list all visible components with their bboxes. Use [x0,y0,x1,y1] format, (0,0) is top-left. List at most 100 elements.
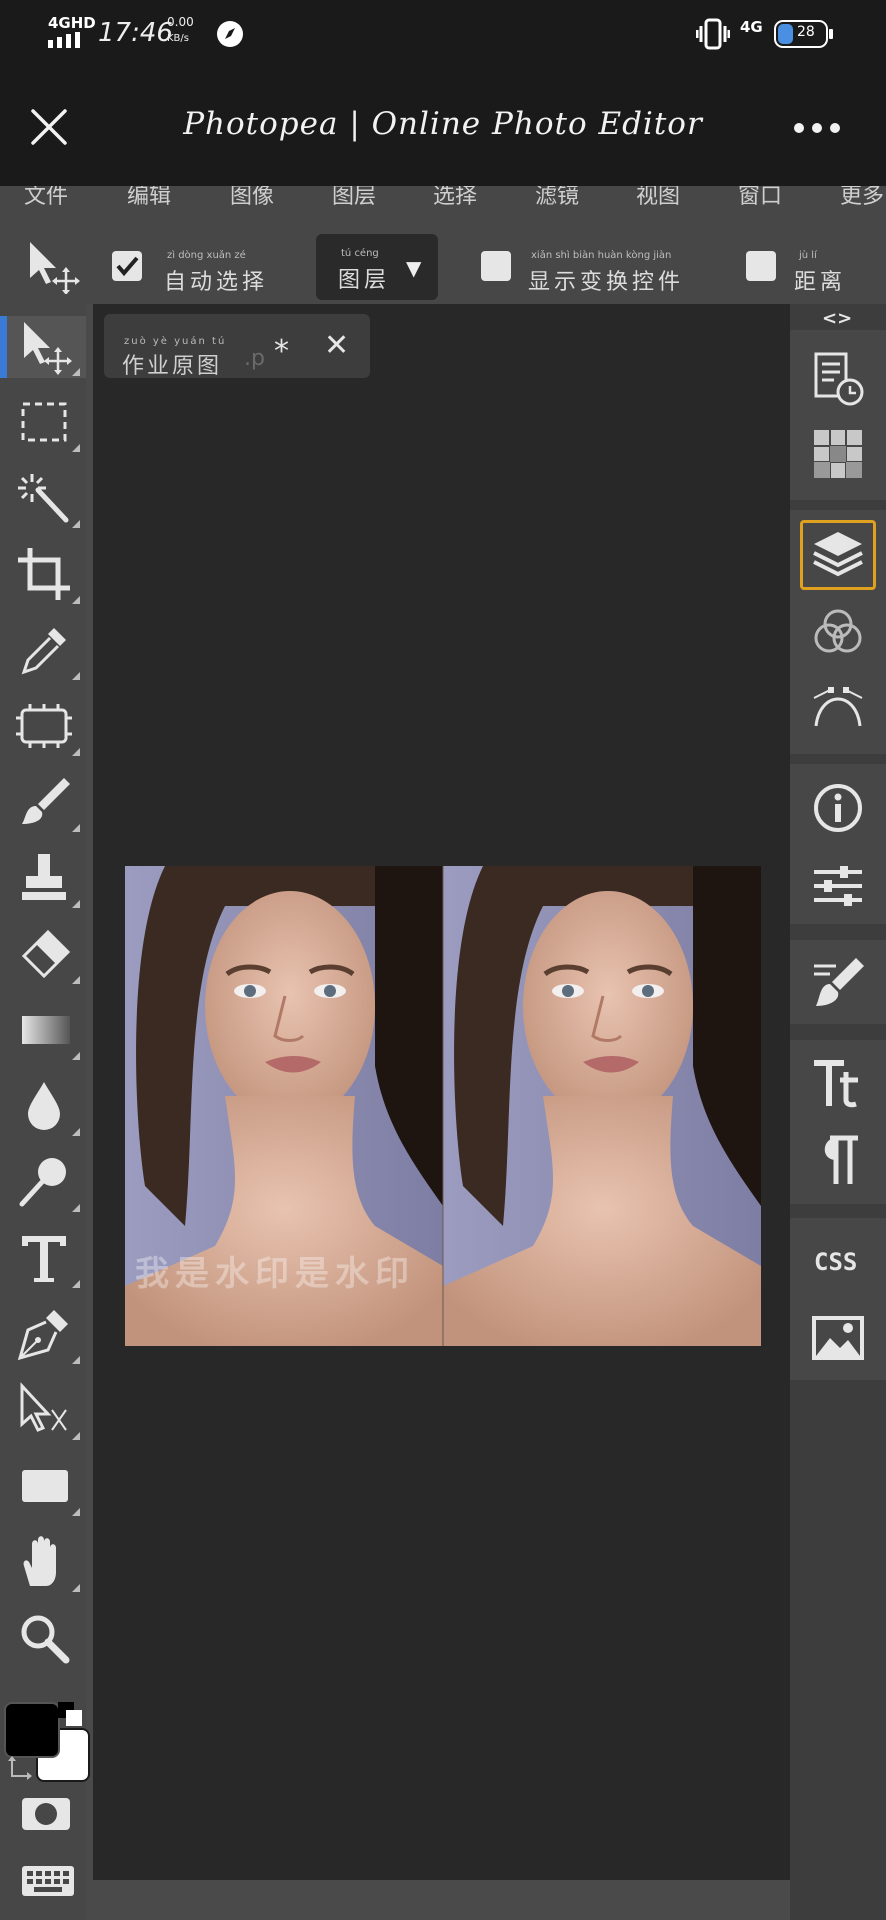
show-transform-pinyin: xiǎn shì biàn huàn kòng jiàn [531,250,672,261]
dodge-icon [19,1158,66,1207]
layers-icon[interactable] [810,526,866,582]
magic-wand-icon [18,474,69,523]
crop-tool-button[interactable] [14,544,80,606]
shape-tool-button[interactable] [14,1456,80,1518]
network-right-label: 4G [740,18,763,36]
character-icon[interactable] [810,1054,866,1110]
menu-item-window[interactable]: 窗口 [738,186,782,210]
eyedropper-tool-button[interactable] [14,620,80,682]
status-bar: 4GHD 17:46 0.00 KB/s 4G 28 [0,0,886,68]
paths-icon[interactable] [810,680,866,736]
panel-group-info [790,764,886,924]
dodge-tool-button[interactable] [14,1152,80,1214]
brush-settings-icon[interactable] [810,954,866,1010]
menu-item-edit[interactable]: 编辑 [127,186,171,210]
image-icon[interactable] [810,1310,866,1366]
show-transform-checkbox[interactable] [481,251,511,281]
panel-toggle[interactable]: <> [822,308,852,329]
active-tool-marker [0,316,7,378]
stamp-tool-button[interactable] [14,848,80,910]
layer-dropdown[interactable]: tú céng 图层 ▼ [316,234,438,300]
eraser-tool-button[interactable] [14,924,80,986]
distance-checkbox[interactable] [746,251,776,281]
channels-icon[interactable] [810,604,866,660]
magic-wand-tool-button[interactable] [14,468,80,530]
move-tool-icon[interactable] [26,240,80,295]
more-options-icon[interactable] [793,120,841,134]
hand-icon [23,1536,56,1586]
marquee-tool-button[interactable] [14,392,80,454]
patch-tool-button[interactable] [14,696,80,758]
menu-item-filter[interactable]: 滤镜 [535,186,579,210]
keyboard-icon [22,1866,74,1896]
swatches-icon[interactable] [810,426,866,482]
panel-group-history [790,330,886,500]
zoom-tool-button[interactable] [14,1608,78,1670]
eyedropper-icon [21,628,66,675]
mask-icon [22,1798,70,1830]
menu-item-file[interactable]: 文件 [24,186,68,210]
document-tab-name: 作业原图 [122,354,223,379]
distance-pinyin: jù lí [799,250,817,261]
vibrate-icon [695,18,731,50]
speed-unit: KB/s [167,33,189,44]
quick-mask-button[interactable] [18,1794,74,1834]
drop-icon [28,1082,60,1130]
move-icon [24,322,72,375]
document-tab[interactable]: zuò yè yuán tú 作业原图 .p * ✕ [104,314,370,379]
distance-label: 距离 [794,270,847,295]
move-tool-button[interactable] [14,316,80,378]
options-bar: zì dòng xuǎn zé 自动选择 tú céng 图层 ▼ xiǎn s… [0,212,886,304]
brush-tool-button[interactable] [14,772,80,834]
direct-select-tool-button[interactable] [14,1380,80,1442]
gradient-icon [22,1016,70,1044]
panel-group-brush [790,940,886,1024]
tools-panel [0,304,90,1920]
compass-icon [216,20,244,48]
hand-tool-button[interactable] [14,1532,80,1594]
unsaved-marker: * [274,334,289,369]
foreground-color-swatch[interactable] [4,1702,60,1758]
menu-bar: 文件 编辑 图像 图层 选择 滤镜 视图 窗口 更多 [0,186,886,212]
panel-group-layers [790,510,886,754]
type-tool-button[interactable] [14,1228,80,1290]
panel-group-type [790,1040,886,1204]
css-panel-button[interactable]: CSS [814,1248,857,1276]
paragraph-icon[interactable] [810,1132,866,1188]
direct-select-icon [20,1382,67,1432]
gradient-tool-button[interactable] [14,1000,80,1062]
pen-tool-button[interactable] [14,1304,80,1366]
show-transform-label: 显示变换控件 [528,270,685,295]
right-panel: <> CSS [790,304,886,1920]
signal-icon [48,32,82,48]
crop-icon [18,548,70,600]
layer-dropdown-pinyin: tú céng [341,248,379,259]
blur-tool-button[interactable] [14,1076,80,1138]
auto-select-label: 自动选择 [164,270,269,295]
battery-level: 28 [797,24,815,40]
swap-colors-icon[interactable] [8,1756,34,1782]
rectangle-icon [22,1470,68,1502]
document-canvas-image[interactable]: 我是水印是水印 [125,866,761,1346]
menu-item-select[interactable]: 选择 [433,186,477,210]
menu-item-more[interactable]: 更多 [840,186,884,210]
menu-item-layer[interactable]: 图层 [332,186,376,210]
chevron-down-icon: ▼ [406,256,422,280]
history-icon[interactable] [810,350,866,406]
rectangle-select-icon [21,402,67,442]
menu-item-image[interactable]: 图像 [230,186,274,210]
text-icon [22,1236,66,1282]
pen-icon [17,1310,68,1361]
info-icon[interactable] [810,780,866,836]
close-tab-icon[interactable]: ✕ [324,328,349,363]
adjustments-icon[interactable] [810,858,866,914]
auto-select-checkbox[interactable] [112,251,142,281]
eraser-icon [21,929,71,979]
menu-item-view[interactable]: 视图 [636,186,680,210]
default-colors-icon[interactable] [58,1702,84,1728]
keyboard-button[interactable] [20,1864,76,1898]
patch-icon [16,704,72,748]
panel-group-css: CSS [790,1218,886,1380]
document-tab-extension: .p [244,346,265,371]
page-title: Photopea | Online Photo Editor [183,106,703,142]
